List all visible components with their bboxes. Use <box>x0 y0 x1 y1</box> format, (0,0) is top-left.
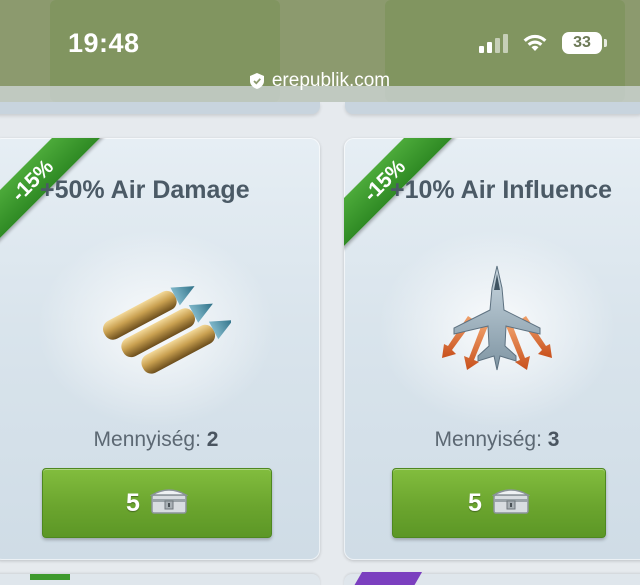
battery-icon: 33 <box>562 32 607 54</box>
offer-card-air-influence: -15% +10% Air Influence Mennyiség: 3 5 <box>344 138 640 560</box>
offer-card-air-damage: -15% +50% Air Damage Mennyiség: 2 5 <box>0 138 320 560</box>
buy-button[interactable]: 5 <box>392 468 606 538</box>
quantity-label: Mennyiség: <box>434 428 542 451</box>
store-page: -15% +50% Air Damage Mennyiség: 2 5 -15%… <box>0 102 640 585</box>
status-icons: 33 <box>479 30 607 56</box>
quantity-label: Mennyiség: <box>93 428 201 451</box>
price-value: 5 <box>468 488 482 517</box>
quantity-row: Mennyiség: 3 <box>344 428 640 452</box>
quantity-row: Mennyiség: 2 <box>0 428 320 452</box>
chest-icon <box>491 487 531 520</box>
status-time: 19:48 <box>68 28 140 58</box>
battery-level: 33 <box>573 34 591 51</box>
shield-icon <box>249 73 264 89</box>
price-value: 5 <box>126 488 140 517</box>
offer-title: +10% Air Influence <box>390 176 613 204</box>
quantity-value: 3 <box>547 428 560 451</box>
next-card-edge <box>344 572 640 585</box>
quantity-value: 2 <box>206 428 219 451</box>
chest-icon <box>149 487 189 520</box>
jet-fighter-icon <box>422 258 572 383</box>
previous-card-edge <box>0 102 320 114</box>
url-text[interactable]: erepublik.com <box>272 70 390 92</box>
signal-icon <box>479 33 508 53</box>
buy-button[interactable]: 5 <box>42 468 272 538</box>
browser-chrome: 19:48 33 erepublik.com <box>0 0 640 102</box>
wifi-icon <box>522 33 548 53</box>
url-bar[interactable]: erepublik.com <box>0 70 640 92</box>
previous-card-edge <box>345 102 640 114</box>
bullets-icon <box>81 258 233 383</box>
next-card-edge <box>0 574 320 585</box>
offer-title: +50% Air Damage <box>40 176 250 204</box>
